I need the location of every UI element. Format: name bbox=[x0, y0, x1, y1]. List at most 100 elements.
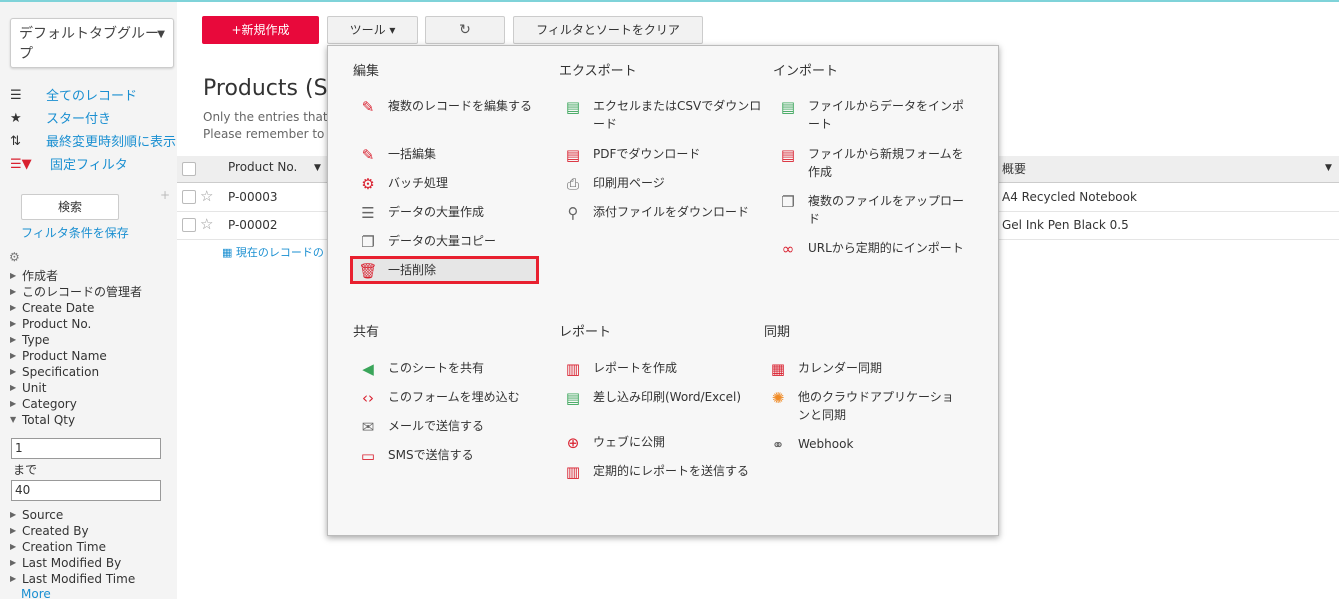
tools-menu-button[interactable]: ツール ▾ bbox=[327, 16, 418, 44]
column-header-product-no[interactable]: Product No. bbox=[228, 160, 297, 174]
field-label: Product Name bbox=[22, 349, 107, 363]
menu-item-share-sheet[interactable]: ◀ このシートを共有 bbox=[358, 359, 548, 378]
save-filter-link[interactable]: フィルタ条件を保存 bbox=[21, 224, 129, 241]
menu-item-label: 複数のファイルをアップロード bbox=[808, 194, 965, 226]
filter-field[interactable]: ▶ Source bbox=[10, 507, 177, 523]
menu-item-mail-merge[interactable]: ▤ 差し込み印刷(Word/Excel) bbox=[563, 388, 753, 407]
triangle-right-icon: ▶ bbox=[10, 542, 17, 551]
section-title-share: 共有 bbox=[353, 325, 380, 340]
clear-filter-sort-button[interactable]: フィルタとソートをクリア bbox=[513, 16, 703, 44]
refresh-button[interactable]: ↻ bbox=[425, 16, 505, 44]
menu-item-webhook[interactable]: ⚭ Webhook bbox=[768, 435, 958, 454]
menu-item-new-form-from-file[interactable]: ▤ ファイルから新規フォームを作成 bbox=[778, 145, 968, 181]
filter-field[interactable]: ▶ Creation Time bbox=[10, 539, 177, 555]
view-list: ☰ 全てのレコード ★ スター付き ⇅ 最終変更時刻順に表示 ☰▼ 固定フィルタ bbox=[10, 84, 177, 176]
star-filter-icon: ★ bbox=[10, 111, 22, 126]
search-button[interactable]: 検索 bbox=[21, 194, 119, 220]
cell-product-no[interactable]: P-00002 bbox=[228, 218, 277, 232]
view-label: スター付き bbox=[46, 112, 112, 127]
filter-field[interactable]: ▶ Product Name bbox=[10, 348, 177, 364]
summary-link[interactable]: ▦ 現在のレコードの bbox=[222, 244, 324, 260]
menu-item-attachments[interactable]: ⚲ 添付ファイルをダウンロード bbox=[563, 203, 768, 222]
more-link[interactable]: More bbox=[21, 587, 51, 599]
filter-field[interactable]: ▶ このレコードの管理者 bbox=[10, 284, 177, 300]
triangle-down-icon: ▼ bbox=[10, 415, 17, 424]
field-label: Total Qty bbox=[22, 413, 76, 427]
filter-field[interactable]: ▶ Last Modified By bbox=[10, 555, 177, 571]
menu-item-embed-form[interactable]: ‹› このフォームを埋め込む bbox=[358, 388, 548, 407]
cell-summary[interactable]: Gel Ink Pen Black 0.5 bbox=[1002, 218, 1129, 232]
menu-item-label: メールで送信する bbox=[388, 419, 485, 433]
menu-item-url-import[interactable]: ∞ URLから定期的にインポート bbox=[778, 239, 968, 258]
star-icon[interactable]: ☆ bbox=[200, 187, 213, 205]
filter-field[interactable]: ▶ Product No. bbox=[10, 316, 177, 332]
stack-add-icon: ☰ bbox=[361, 204, 375, 222]
row-checkbox[interactable] bbox=[182, 190, 196, 204]
qty-from-input[interactable]: 1 bbox=[11, 438, 161, 459]
filter-field[interactable]: ▶ Last Modified Time bbox=[10, 571, 177, 587]
filter-field[interactable]: ▶ Specification bbox=[10, 364, 177, 380]
menu-item-upload-files[interactable]: ❐ 複数のファイルをアップロード bbox=[778, 192, 968, 228]
menu-item-label: Webhook bbox=[798, 437, 854, 451]
menu-item-label: URLから定期的にインポート bbox=[808, 241, 964, 255]
menu-item-bulk-delete[interactable]: 🗑 一括削除 bbox=[358, 261, 548, 280]
gear-icon[interactable]: ⚙ bbox=[9, 250, 20, 264]
menu-item-pdf[interactable]: ▤ PDFでダウンロード bbox=[563, 145, 768, 164]
view-all-records[interactable]: ☰ 全てのレコード bbox=[10, 84, 177, 107]
caret-down-icon[interactable]: ▼ bbox=[1325, 163, 1332, 173]
filter-field[interactable]: ▶ Created By bbox=[10, 523, 177, 539]
filter-field[interactable]: ▶ Unit bbox=[10, 380, 177, 396]
qty-to-input[interactable]: 40 bbox=[11, 480, 161, 501]
triangle-right-icon: ▶ bbox=[10, 574, 17, 583]
select-all-checkbox[interactable] bbox=[182, 162, 196, 176]
menu-item-batch[interactable]: ⚙ バッチ処理 bbox=[358, 174, 548, 193]
new-record-button[interactable]: +新規作成 bbox=[202, 16, 319, 44]
view-last-modified[interactable]: ⇅ 最終変更時刻順に表示 bbox=[10, 130, 177, 153]
triangle-right-icon: ▶ bbox=[10, 367, 17, 376]
page-title: Products (S bbox=[203, 76, 328, 101]
menu-item-label: カレンダー同期 bbox=[798, 361, 883, 375]
menu-item-excel-csv[interactable]: ▤ エクセルまたはCSVでダウンロード bbox=[563, 97, 768, 133]
row-checkbox[interactable] bbox=[182, 218, 196, 232]
menu-item-cloud-sync[interactable]: ✺ 他のクラウドアプリケーションと同期 bbox=[768, 388, 958, 424]
menu-item-send-mail[interactable]: ✉ メールで送信する bbox=[358, 417, 548, 436]
menu-item-scheduled-report[interactable]: ▥ 定期的にレポートを送信する bbox=[563, 462, 753, 481]
menu-item-bulk-edit[interactable]: ✎ 一括編集 bbox=[358, 145, 548, 164]
caret-down-icon[interactable]: ▼ bbox=[314, 163, 321, 173]
view-starred[interactable]: ★ スター付き bbox=[10, 107, 177, 130]
menu-item-import-file[interactable]: ▤ ファイルからデータをインポート bbox=[778, 97, 968, 133]
menu-item-label: 差し込み印刷(Word/Excel) bbox=[593, 390, 742, 404]
triangle-right-icon: ▶ bbox=[10, 351, 17, 360]
filter-field[interactable]: ▶ Type bbox=[10, 332, 177, 348]
filter-field[interactable]: ▶ 作成者 bbox=[10, 268, 177, 284]
cell-summary[interactable]: A4 Recycled Notebook bbox=[1002, 190, 1137, 204]
tools-dropdown-menu: 編集 ✎ 複数のレコードを編集する ✎ 一括編集 ⚙ バッチ処理 ☰ データの大量作成 … bbox=[327, 45, 999, 536]
menu-item-calendar-sync[interactable]: ▦ カレンダー同期 bbox=[768, 359, 958, 378]
menu-item-label: 複数のレコードを編集する bbox=[388, 99, 533, 113]
menu-item-mass-copy[interactable]: ❐ データの大量コピー bbox=[358, 232, 548, 251]
filter-field-expanded[interactable]: ▼ Total Qty bbox=[10, 412, 177, 428]
menu-item-edit-multiple[interactable]: ✎ 複数のレコードを編集する bbox=[358, 97, 548, 116]
star-icon[interactable]: ☆ bbox=[200, 215, 213, 233]
menu-item-print[interactable]: ⎙ 印刷用ページ bbox=[563, 174, 768, 193]
column-header-summary[interactable]: 概要 bbox=[1002, 160, 1026, 177]
list-icon: ☰ bbox=[10, 88, 22, 103]
triangle-right-icon: ▶ bbox=[10, 335, 17, 344]
add-row-icon[interactable]: + bbox=[160, 188, 170, 202]
file-import-icon: ▤ bbox=[780, 98, 796, 116]
field-label: Specification bbox=[22, 365, 100, 379]
menu-item-create-report[interactable]: ▥ レポートを作成 bbox=[563, 359, 753, 378]
triangle-right-icon: ▶ bbox=[10, 271, 17, 280]
chart-clock-icon: ▥ bbox=[565, 463, 581, 481]
triangle-right-icon: ▶ bbox=[10, 287, 17, 296]
menu-item-send-sms[interactable]: ▭ SMSで送信する bbox=[358, 446, 548, 465]
menu-item-publish-web[interactable]: ⊕ ウェブに公開 bbox=[563, 433, 753, 452]
view-fixed-filter[interactable]: ☰▼ 固定フィルタ bbox=[10, 153, 177, 176]
tab-group-select[interactable]: デフォルトタブグループ ▼ bbox=[10, 18, 174, 68]
menu-item-label: このシートを共有 bbox=[388, 361, 485, 375]
filter-field[interactable]: ▶ Category bbox=[10, 396, 177, 412]
gears-icon: ⚙ bbox=[361, 175, 375, 193]
filter-field[interactable]: ▶ Create Date bbox=[10, 300, 177, 316]
cell-product-no[interactable]: P-00003 bbox=[228, 190, 277, 204]
menu-item-mass-create[interactable]: ☰ データの大量作成 bbox=[358, 203, 548, 222]
